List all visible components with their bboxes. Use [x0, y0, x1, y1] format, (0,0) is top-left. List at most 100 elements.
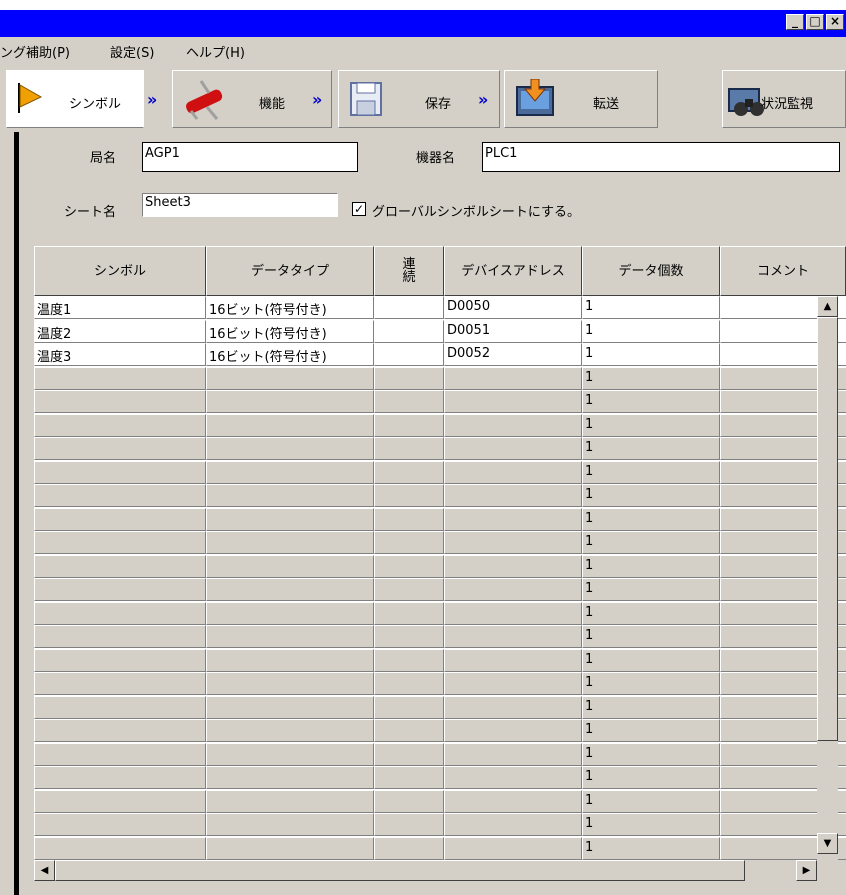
continuous-cell[interactable] — [374, 531, 444, 554]
symbol-cell[interactable] — [34, 625, 206, 648]
step-save-button[interactable]: 保存 — [338, 70, 500, 128]
scroll-up-button[interactable]: ▲ — [817, 296, 838, 317]
menu-item-wiring-assist[interactable]: ング補助(P) — [0, 42, 70, 61]
symbol-cell[interactable]: 温度2 — [34, 319, 206, 343]
device-address-cell[interactable] — [444, 766, 582, 789]
symbol-cell[interactable] — [34, 789, 206, 813]
scroll-left-button[interactable]: ◀ — [34, 860, 55, 881]
continuous-cell[interactable] — [374, 742, 444, 766]
step-symbol-button[interactable]: シンボル — [6, 70, 144, 128]
device-address-cell[interactable]: D0052 — [444, 343, 582, 366]
data-type-cell[interactable] — [206, 719, 374, 742]
continuous-cell[interactable] — [374, 601, 444, 625]
column-header-comment[interactable]: コメント — [720, 246, 846, 296]
device-address-cell[interactable] — [444, 460, 582, 484]
continuous-cell[interactable] — [374, 484, 444, 507]
data-type-cell[interactable] — [206, 836, 374, 860]
data-type-cell[interactable]: 16ビット(符号付き) — [206, 296, 374, 319]
continuous-cell[interactable] — [374, 437, 444, 460]
step-transfer-button[interactable]: 転送 — [504, 70, 658, 128]
data-type-cell[interactable] — [206, 672, 374, 695]
data-type-cell[interactable] — [206, 366, 374, 390]
continuous-cell[interactable] — [374, 578, 444, 601]
data-type-cell[interactable] — [206, 390, 374, 413]
symbol-cell[interactable] — [34, 836, 206, 860]
continuous-cell[interactable] — [374, 554, 444, 578]
symbol-cell[interactable] — [34, 507, 206, 531]
menu-item-help[interactable]: ヘルプ(H) — [186, 42, 245, 61]
data-count-cell[interactable]: 1 — [582, 719, 720, 742]
global-sheet-checkbox[interactable]: ✓ — [352, 202, 366, 216]
symbol-cell[interactable] — [34, 484, 206, 507]
device-address-cell[interactable] — [444, 507, 582, 531]
device-address-cell[interactable] — [444, 366, 582, 390]
continuous-cell[interactable] — [374, 836, 444, 860]
symbol-cell[interactable] — [34, 742, 206, 766]
symbol-cell[interactable] — [34, 813, 206, 836]
symbol-cell[interactable] — [34, 766, 206, 789]
vertical-scroll-thumb[interactable] — [817, 317, 838, 741]
data-type-cell[interactable] — [206, 789, 374, 813]
horizontal-scrollbar[interactable]: ◀ ▶ — [34, 860, 817, 881]
data-type-cell[interactable] — [206, 507, 374, 531]
continuous-cell[interactable] — [374, 413, 444, 437]
device-name-field[interactable]: PLC1 — [482, 142, 840, 172]
data-count-cell[interactable]: 1 — [582, 695, 720, 719]
device-address-cell[interactable] — [444, 601, 582, 625]
symbol-cell[interactable] — [34, 578, 206, 601]
column-header-device-address[interactable]: デバイスアドレス — [444, 246, 582, 296]
data-count-cell[interactable]: 1 — [582, 625, 720, 648]
data-count-cell[interactable]: 1 — [582, 836, 720, 860]
continuous-cell[interactable] — [374, 296, 444, 319]
device-address-cell[interactable] — [444, 789, 582, 813]
data-type-cell[interactable]: 16ビット(符号付き) — [206, 343, 374, 366]
symbol-cell[interactable] — [34, 672, 206, 695]
device-address-cell[interactable] — [444, 695, 582, 719]
column-header-data-type[interactable]: データタイプ — [206, 246, 374, 296]
data-count-cell[interactable]: 1 — [582, 296, 720, 319]
data-count-cell[interactable]: 1 — [582, 789, 720, 813]
step-function-button[interactable]: 機能 — [172, 70, 332, 128]
data-count-cell[interactable]: 1 — [582, 766, 720, 789]
scroll-down-button[interactable]: ▼ — [817, 833, 838, 854]
data-type-cell[interactable] — [206, 531, 374, 554]
horizontal-scroll-thumb[interactable] — [55, 860, 745, 881]
data-type-cell[interactable] — [206, 766, 374, 789]
continuous-cell[interactable] — [374, 648, 444, 672]
symbol-cell[interactable] — [34, 437, 206, 460]
device-address-cell[interactable] — [444, 836, 582, 860]
data-count-cell[interactable]: 1 — [582, 601, 720, 625]
data-type-cell[interactable] — [206, 813, 374, 836]
symbol-cell[interactable] — [34, 413, 206, 437]
continuous-cell[interactable] — [374, 695, 444, 719]
symbol-cell[interactable] — [34, 554, 206, 578]
device-address-cell[interactable]: D0051 — [444, 319, 582, 343]
data-count-cell[interactable]: 1 — [582, 437, 720, 460]
data-count-cell[interactable]: 1 — [582, 319, 720, 343]
step-monitor-button[interactable]: 状況監視 — [722, 70, 846, 128]
data-count-cell[interactable]: 1 — [582, 742, 720, 766]
scroll-right-button[interactable]: ▶ — [796, 860, 817, 881]
symbol-cell[interactable] — [34, 460, 206, 484]
data-type-cell[interactable] — [206, 648, 374, 672]
data-count-cell[interactable]: 1 — [582, 484, 720, 507]
continuous-cell[interactable] — [374, 460, 444, 484]
data-count-cell[interactable]: 1 — [582, 531, 720, 554]
minimize-button[interactable]: _ — [786, 14, 804, 30]
device-address-cell[interactable] — [444, 719, 582, 742]
continuous-cell[interactable] — [374, 319, 444, 343]
symbol-cell[interactable] — [34, 366, 206, 390]
data-count-cell[interactable]: 1 — [582, 648, 720, 672]
device-address-cell[interactable] — [444, 625, 582, 648]
sheet-name-field[interactable]: Sheet3 — [142, 193, 338, 217]
symbol-cell[interactable]: 温度3 — [34, 343, 206, 366]
device-address-cell[interactable] — [444, 437, 582, 460]
data-type-cell[interactable] — [206, 742, 374, 766]
device-address-cell[interactable] — [444, 742, 582, 766]
data-type-cell[interactable] — [206, 484, 374, 507]
device-address-cell[interactable] — [444, 484, 582, 507]
continuous-cell[interactable] — [374, 672, 444, 695]
column-header-continuous[interactable]: 連続 — [374, 246, 444, 296]
station-name-field[interactable]: AGP1 — [142, 142, 358, 172]
symbol-cell[interactable] — [34, 601, 206, 625]
